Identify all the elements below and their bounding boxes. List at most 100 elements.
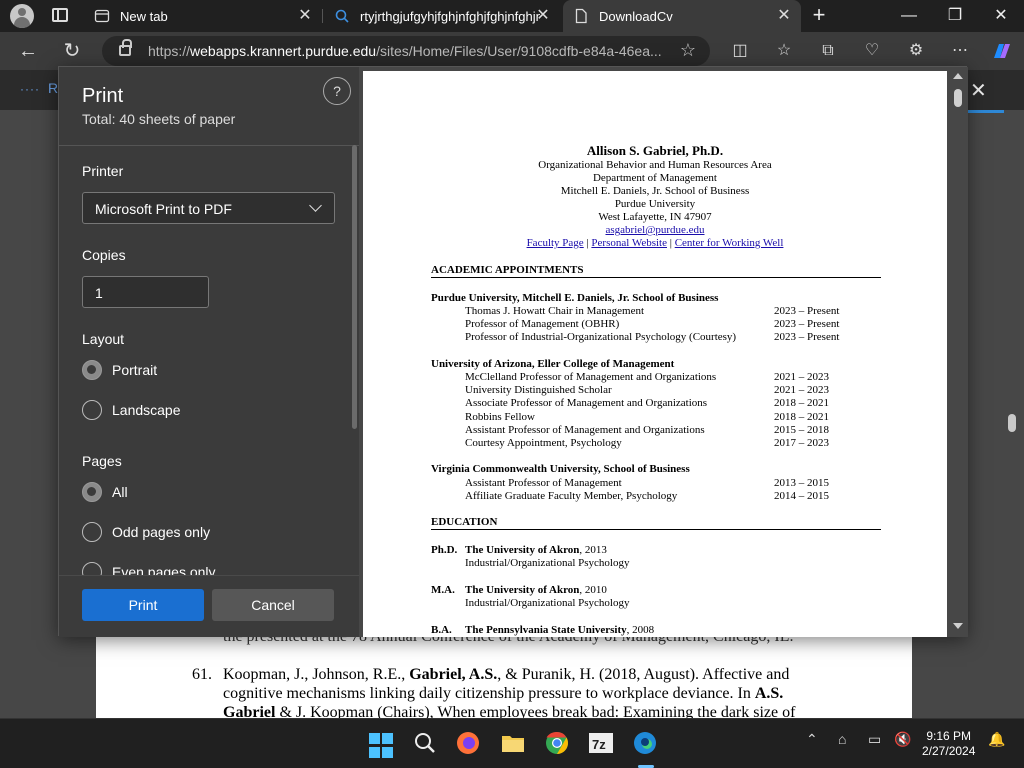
pages-all-radio[interactable]: All	[82, 482, 128, 502]
degree: Ph.D.	[431, 544, 458, 556]
dialog-title: Print	[82, 85, 124, 107]
role-years: 2018 – 2021	[774, 397, 829, 409]
lock-icon[interactable]	[119, 39, 132, 56]
tab-actions-icon[interactable]	[52, 8, 68, 22]
tab-downloadcv[interactable]: DownloadCv ✕	[563, 0, 801, 32]
system-clock[interactable]: 9:16 PM 2/27/2024	[922, 729, 975, 759]
chrome-icon[interactable]	[544, 730, 570, 756]
degree: B.A.	[431, 624, 452, 636]
close-tab-icon[interactable]: ✕	[534, 7, 552, 25]
radio-label: Landscape	[112, 402, 181, 418]
bg-text-line: Koopman, J., Johnson, R.E., Gabriel, A.S…	[223, 666, 790, 683]
sheet-count: Total: 40 sheets of paper	[82, 111, 236, 127]
radio-selected-icon	[82, 360, 102, 380]
notification-bell-icon[interactable]: 🔔	[988, 731, 1005, 748]
cv-header-line: Organizational Behavior and Human Resour…	[538, 159, 772, 171]
split-screen-icon[interactable]: ◫	[730, 41, 750, 61]
role-title: Professor of Industrial-Organizational P…	[465, 331, 737, 343]
role-years: 2018 – 2021	[774, 411, 829, 423]
field: Industrial/Organizational Psychology	[465, 597, 630, 609]
help-icon[interactable]: ?	[323, 77, 351, 105]
preview-sheet: Allison S. Gabriel, Ph.D. Organizational…	[363, 71, 947, 637]
document-icon	[573, 8, 589, 24]
url-text[interactable]: https://webapps.krannert.purdue.edu/site…	[148, 43, 662, 59]
faculty-page-link[interactable]: Faculty Page	[527, 237, 584, 249]
email-link[interactable]: asgabriel@purdue.edu	[605, 224, 704, 236]
collections-icon[interactable]: ⧉	[818, 41, 838, 61]
pages-odd-radio[interactable]: Odd pages only	[82, 522, 210, 542]
personal-website-link[interactable]: Personal Website	[591, 237, 667, 249]
extensions-icon[interactable]: ⚙	[906, 41, 926, 61]
file-explorer-icon[interactable]	[500, 730, 526, 756]
chevron-up-icon[interactable]: ⌃	[806, 731, 818, 748]
refresh-icon[interactable]: ↻	[58, 37, 86, 65]
chevron-down-icon	[309, 199, 322, 212]
print-dialog: Print Total: 40 sheets of paper ? Printe…	[58, 66, 968, 637]
cancel-button[interactable]: Cancel	[212, 589, 334, 621]
degree: M.A.	[431, 584, 455, 596]
minimize-button[interactable]: —	[886, 0, 932, 32]
battery-icon[interactable]: ▭	[868, 731, 881, 748]
scroll-down-icon[interactable]	[953, 623, 963, 629]
print-button[interactable]: Print	[82, 589, 204, 621]
overflow-dots-icon[interactable]: ····	[20, 82, 40, 96]
network-icon[interactable]: ⌂	[838, 731, 846, 747]
close-tab-icon[interactable]: ✕	[296, 7, 314, 25]
role-years: 2021 – 2023	[774, 384, 829, 396]
role-title: Assistant Professor of Management	[465, 477, 622, 489]
back-arrow-icon[interactable]: ←	[14, 37, 42, 65]
tab-separator	[322, 9, 323, 23]
role-title: Affiliate Graduate Faculty Member, Psych…	[465, 490, 678, 502]
volume-muted-icon[interactable]: 🔇	[894, 731, 911, 748]
copies-input[interactable]: 1	[82, 276, 209, 308]
bg-item-number: 61.	[192, 666, 212, 683]
radio-unselected-icon	[82, 400, 102, 420]
firefox-icon[interactable]	[455, 730, 481, 756]
tab-bar: New tab ✕ rtyjrthgjufgyhjfghjnfghjfghjnf…	[0, 0, 1024, 32]
7zip-icon[interactable]: 7z	[588, 730, 614, 756]
close-icon[interactable]: ✕	[970, 78, 987, 103]
favorite-star-icon[interactable]: ☆	[680, 40, 696, 61]
new-tab-button[interactable]: +	[808, 4, 830, 26]
address-bar[interactable]: https://webapps.krannert.purdue.edu/site…	[102, 36, 710, 66]
preview-scrollbar[interactable]	[949, 67, 967, 637]
role-years: 2021 – 2023	[774, 371, 829, 383]
print-settings-panel: Print Total: 40 sheets of paper ? Printe…	[59, 67, 359, 637]
copies-label: Copies	[82, 247, 126, 263]
scroll-up-icon[interactable]	[953, 73, 963, 79]
toolbar-item[interactable]: R	[48, 80, 58, 96]
dialog-footer: Print Cancel	[59, 575, 359, 637]
profile-avatar-icon[interactable]	[10, 4, 34, 28]
printer-select[interactable]: Microsoft Print to PDF	[82, 192, 335, 224]
role-title: McClelland Professor of Management and O…	[465, 371, 717, 383]
copilot-icon[interactable]	[990, 40, 1014, 62]
school: The University of Akron, 2010	[465, 584, 607, 596]
close-tab-icon[interactable]: ✕	[775, 7, 793, 25]
browser-essentials-icon[interactable]: ♡	[862, 41, 882, 61]
scroll-thumb[interactable]	[954, 89, 962, 107]
search-icon[interactable]	[412, 730, 438, 756]
printer-label: Printer	[82, 163, 124, 179]
edge-icon[interactable]	[632, 730, 658, 756]
layout-portrait-radio[interactable]: Portrait	[82, 360, 157, 380]
close-window-button[interactable]: ✕	[978, 0, 1024, 32]
pages-label: Pages	[82, 453, 122, 469]
copies-value: 1	[95, 285, 103, 301]
settings-scrollbar[interactable]	[352, 145, 357, 429]
restore-button[interactable]: ❐	[932, 0, 978, 32]
org-name: Virginia Commonwealth University, School…	[431, 463, 690, 475]
layout-landscape-radio[interactable]: Landscape	[82, 400, 181, 420]
windows-start-icon[interactable]	[369, 733, 395, 759]
tab-search[interactable]: rtyjrthgjufgyhjfghjnfghjfghjnfghjnfghj ✕	[324, 0, 560, 32]
more-options-icon[interactable]: ⋯	[950, 41, 970, 61]
school: The Pennsylvania State University, 2008	[465, 624, 655, 636]
page-scrollbar[interactable]	[1008, 414, 1016, 432]
role-years: 2017 – 2023	[774, 437, 829, 449]
cv-email: asgabriel@purdue.edu	[363, 224, 947, 236]
tab-new-tab[interactable]: New tab ✕	[84, 0, 322, 32]
center-working-well-link[interactable]: Center for Working Well	[675, 237, 784, 249]
org-name: University of Arizona, Eller College of …	[431, 358, 675, 370]
favorites-icon[interactable]: ☆	[774, 41, 794, 61]
radio-label: All	[112, 484, 128, 500]
role-title: Professor of Management (OBHR)	[465, 318, 620, 330]
